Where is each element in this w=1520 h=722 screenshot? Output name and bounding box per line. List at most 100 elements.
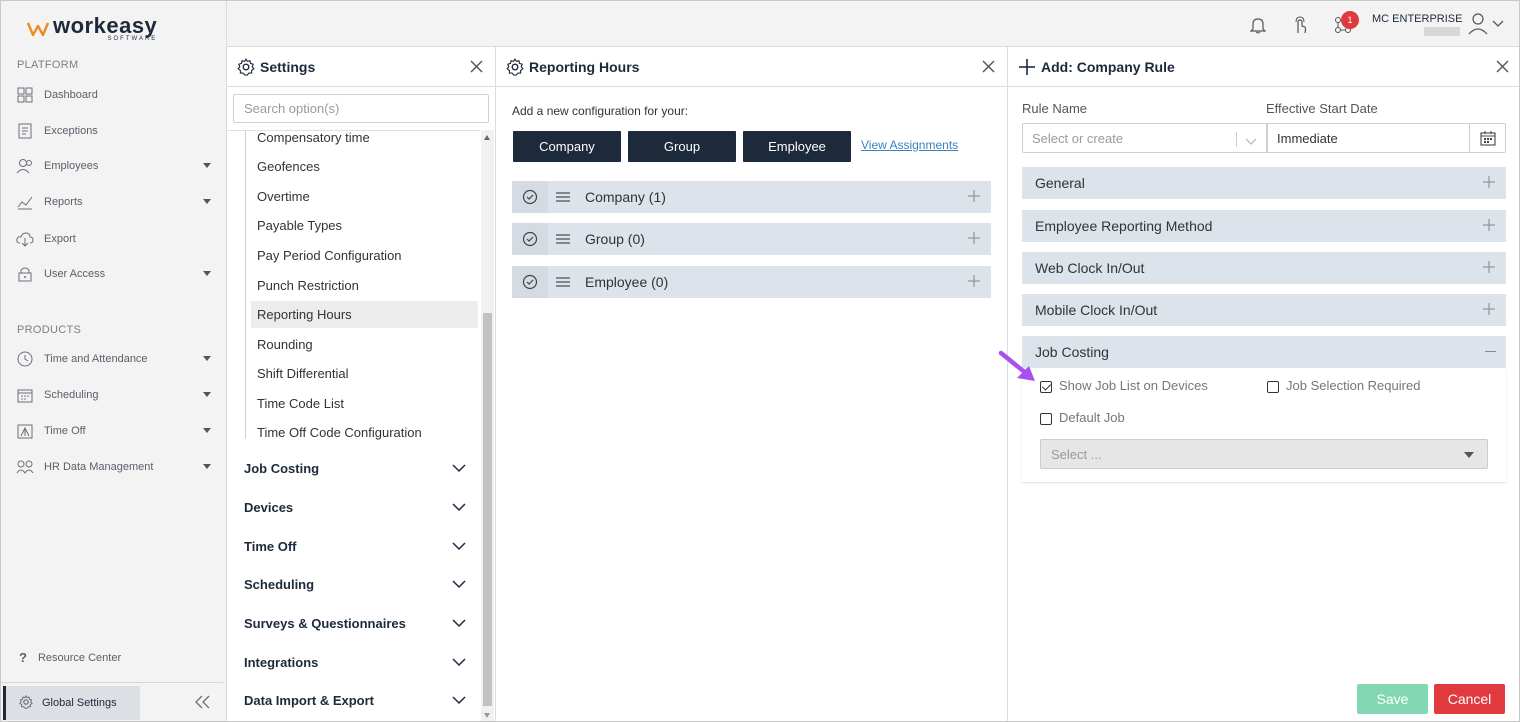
show-job-list-checkbox[interactable] xyxy=(1040,381,1052,393)
cancel-button[interactable]: Cancel xyxy=(1434,684,1505,714)
scroll-up-icon[interactable] xyxy=(484,135,490,140)
rule-title: Add: Company Rule xyxy=(1041,58,1175,75)
chevron-down-icon xyxy=(203,464,211,469)
job-selection-required-checkbox[interactable] xyxy=(1267,381,1279,393)
chevron-down-icon xyxy=(203,271,211,276)
nav-item-reports[interactable]: Reports xyxy=(1,187,227,217)
settings-item-payable-types[interactable]: Payable Types xyxy=(251,212,478,239)
save-button[interactable]: Save xyxy=(1357,684,1428,714)
select-separator xyxy=(1236,132,1237,147)
resource-center-link[interactable]: ? Resource Center xyxy=(19,650,121,665)
touch-icon[interactable] xyxy=(1293,16,1307,39)
chevron-down-icon xyxy=(203,428,211,433)
default-job-select[interactable]: Select ... xyxy=(1040,439,1488,469)
global-settings-button[interactable]: Global Settings xyxy=(3,686,140,720)
nav-item-time-off[interactable]: Time Off xyxy=(1,416,227,446)
settings-group-data-import-export[interactable]: Data Import & Export xyxy=(227,685,480,715)
add-config-text: Add a new configuration for your: xyxy=(512,104,689,118)
nav-item-hr-data[interactable]: HR Data Management xyxy=(1,452,227,482)
chevron-down-icon xyxy=(203,392,211,397)
show-job-list-label: Show Job List on Devices xyxy=(1059,378,1208,393)
settings-item-compensatory-time[interactable]: Compensatory time xyxy=(251,131,478,151)
nav-item-time-attendance[interactable]: Time and Attendance xyxy=(1,344,227,374)
nav-item-user-access[interactable]: User Access xyxy=(1,259,227,289)
nav-label: Dashboard xyxy=(44,89,98,101)
settings-group-devices[interactable]: Devices xyxy=(227,492,480,522)
settings-item-overtime[interactable]: Overtime xyxy=(251,183,478,210)
group-button[interactable]: Group xyxy=(628,131,736,162)
nav-item-exceptions[interactable]: Exceptions xyxy=(1,116,227,146)
minus-icon xyxy=(1485,351,1496,352)
plus-icon[interactable] xyxy=(967,231,981,250)
scroll-down-icon[interactable] xyxy=(484,713,490,718)
start-date-field[interactable]: Immediate xyxy=(1266,123,1506,153)
group-rules-row[interactable]: Group (0) xyxy=(512,223,991,255)
settings-group-scheduling[interactable]: Scheduling xyxy=(227,569,480,599)
nav-label: Reports xyxy=(44,196,83,208)
start-date-value: Immediate xyxy=(1277,130,1338,146)
logo-mark-icon xyxy=(27,22,49,37)
start-date-label: Effective Start Date xyxy=(1266,101,1378,116)
bell-icon[interactable] xyxy=(1249,16,1267,39)
group-label: Scheduling xyxy=(244,576,315,592)
settings-item-reporting-hours[interactable]: Reporting Hours xyxy=(251,301,478,328)
drag-handle-icon[interactable] xyxy=(548,191,578,203)
section-employee-reporting-method[interactable]: Employee Reporting Method xyxy=(1022,210,1506,242)
nav-item-employees[interactable]: Employees xyxy=(1,151,227,181)
settings-item-time-off-code-config[interactable]: Time Off Code Configuration xyxy=(251,419,478,446)
settings-group-surveys[interactable]: Surveys & Questionnaires xyxy=(227,608,480,638)
chevron-down-icon xyxy=(452,693,466,708)
drag-handle-icon[interactable] xyxy=(548,233,578,245)
plus-icon[interactable] xyxy=(967,189,981,208)
settings-item-shift-differential[interactable]: Shift Differential xyxy=(251,360,478,387)
nav-item-scheduling[interactable]: Scheduling xyxy=(1,380,227,410)
nav-label: Scheduling xyxy=(44,389,99,401)
user-menu[interactable] xyxy=(1467,13,1507,40)
settings-group-integrations[interactable]: Integrations xyxy=(227,647,480,677)
nav-label: Time Off xyxy=(44,425,86,437)
nav-item-dashboard[interactable]: Dashboard xyxy=(1,80,227,110)
settings-item-punch-restriction[interactable]: Punch Restriction xyxy=(251,272,478,299)
settings-group-job-costing[interactable]: Job Costing xyxy=(227,453,480,483)
default-job-checkbox[interactable] xyxy=(1040,413,1052,425)
nav-item-export[interactable]: Export xyxy=(1,224,227,254)
group-label: Integrations xyxy=(244,654,319,670)
tree-line xyxy=(245,131,246,439)
exceptions-icon xyxy=(16,122,34,140)
close-icon[interactable] xyxy=(470,60,483,76)
company-rules-row[interactable]: Company (1) xyxy=(512,181,991,213)
plus-icon xyxy=(1482,175,1496,192)
calendar-icon[interactable] xyxy=(1469,124,1505,152)
company-button[interactable]: Company xyxy=(513,131,621,162)
settings-item-time-code-list[interactable]: Time Code List xyxy=(251,390,478,417)
search-input[interactable] xyxy=(233,94,489,123)
settings-item-pay-period[interactable]: Pay Period Configuration xyxy=(251,242,478,269)
section-general[interactable]: General xyxy=(1022,167,1506,199)
org-name: MC ENTERPRISE xyxy=(1372,13,1463,25)
settings-item-geofences[interactable]: Geofences xyxy=(251,153,478,180)
settings-item-rounding[interactable]: Rounding xyxy=(251,331,478,358)
settings-group-time-off[interactable]: Time Off xyxy=(227,531,480,561)
row-label: Company (1) xyxy=(585,189,666,205)
gear-icon xyxy=(506,57,524,76)
plus-icon[interactable] xyxy=(967,274,981,293)
employee-rules-row[interactable]: Employee (0) xyxy=(512,266,991,298)
rule-name-select[interactable]: Select or create xyxy=(1022,123,1268,153)
close-icon[interactable] xyxy=(1496,60,1509,76)
collapse-nav-button[interactable] xyxy=(195,695,211,714)
employee-button[interactable]: Employee xyxy=(743,131,851,162)
settings-scrollbar[interactable] xyxy=(481,130,494,721)
top-bar: 1 MC ENTERPRISE xyxy=(227,1,1519,47)
section-mobile-clock[interactable]: Mobile Clock In/Out xyxy=(1022,294,1506,326)
row-label: Employee (0) xyxy=(585,274,669,290)
close-icon[interactable] xyxy=(982,60,995,76)
drag-handle-icon[interactable] xyxy=(548,276,578,288)
section-job-costing[interactable]: Job Costing xyxy=(1022,336,1506,368)
section-web-clock[interactable]: Web Clock In/Out xyxy=(1022,252,1506,284)
check-circle-icon xyxy=(512,223,548,255)
scroll-thumb[interactable] xyxy=(483,313,492,706)
rule-name-label: Rule Name xyxy=(1022,101,1088,116)
section-label: Mobile Clock In/Out xyxy=(1035,302,1158,318)
view-assignments-link[interactable]: View Assignments xyxy=(861,138,958,152)
group-label: Devices xyxy=(244,499,294,515)
